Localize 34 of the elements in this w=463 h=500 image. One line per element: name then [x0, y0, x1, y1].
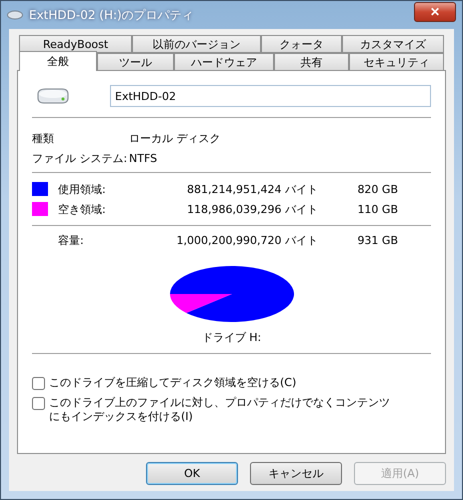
- tab[interactable]: クォータ: [260, 35, 342, 53]
- option-label: このドライブを圧縮してディスク領域を空ける(C): [49, 376, 298, 390]
- capacity-size: 931 GB: [356, 234, 398, 246]
- drive-name-field[interactable]: ExtHDD-02: [110, 85, 431, 107]
- dialog-button[interactable]: キャンセル: [250, 462, 342, 485]
- space-size: 820 GB: [356, 182, 398, 196]
- tab[interactable]: ハードウェア: [174, 53, 274, 71]
- checkbox[interactable]: [32, 377, 45, 390]
- capacity-bytes: 1,000,200,990,720 バイト: [176, 232, 318, 248]
- info-value: ローカル ディスク: [129, 130, 222, 146]
- drive-icon: [7, 10, 23, 20]
- capacity-label: 容量:: [58, 232, 85, 248]
- info-value: NTFS: [129, 152, 158, 164]
- tab[interactable]: カスタマイズ: [342, 35, 444, 53]
- space-size: 110 GB: [356, 202, 398, 216]
- space-label: 空き領域:: [58, 202, 107, 216]
- dialog-button[interactable]: OK: [146, 462, 238, 485]
- option-label: このドライブ上のファイルに対し、プロパティだけでなくコンテンツにもインデックスを付ける(I): [49, 396, 391, 424]
- drive-label: ドライブ H:: [202, 330, 262, 345]
- tab[interactable]: セキュリティ: [349, 53, 444, 71]
- space-bytes: 118,986,039,296 バイト: [186, 202, 318, 216]
- checkbox[interactable]: [32, 397, 45, 410]
- space-bytes: 881,214,951,424 バイト: [186, 182, 318, 196]
- space-label: 使用領域:: [58, 182, 107, 196]
- window-title: ExtHDD-02 (H:)のプロパティ: [29, 6, 195, 24]
- info-label: ファイル システム:: [32, 150, 128, 166]
- tab[interactable]: ツール: [97, 53, 174, 71]
- drive-icon: [36, 87, 70, 105]
- tab[interactable]: 共有: [274, 53, 350, 71]
- tab[interactable]: ReadyBoost: [19, 35, 132, 53]
- info-label: 種類: [32, 130, 55, 146]
- close-button[interactable]: ✕: [414, 2, 456, 22]
- tab[interactable]: 以前のバージョン: [132, 35, 261, 53]
- tab[interactable]: 全般: [19, 51, 98, 71]
